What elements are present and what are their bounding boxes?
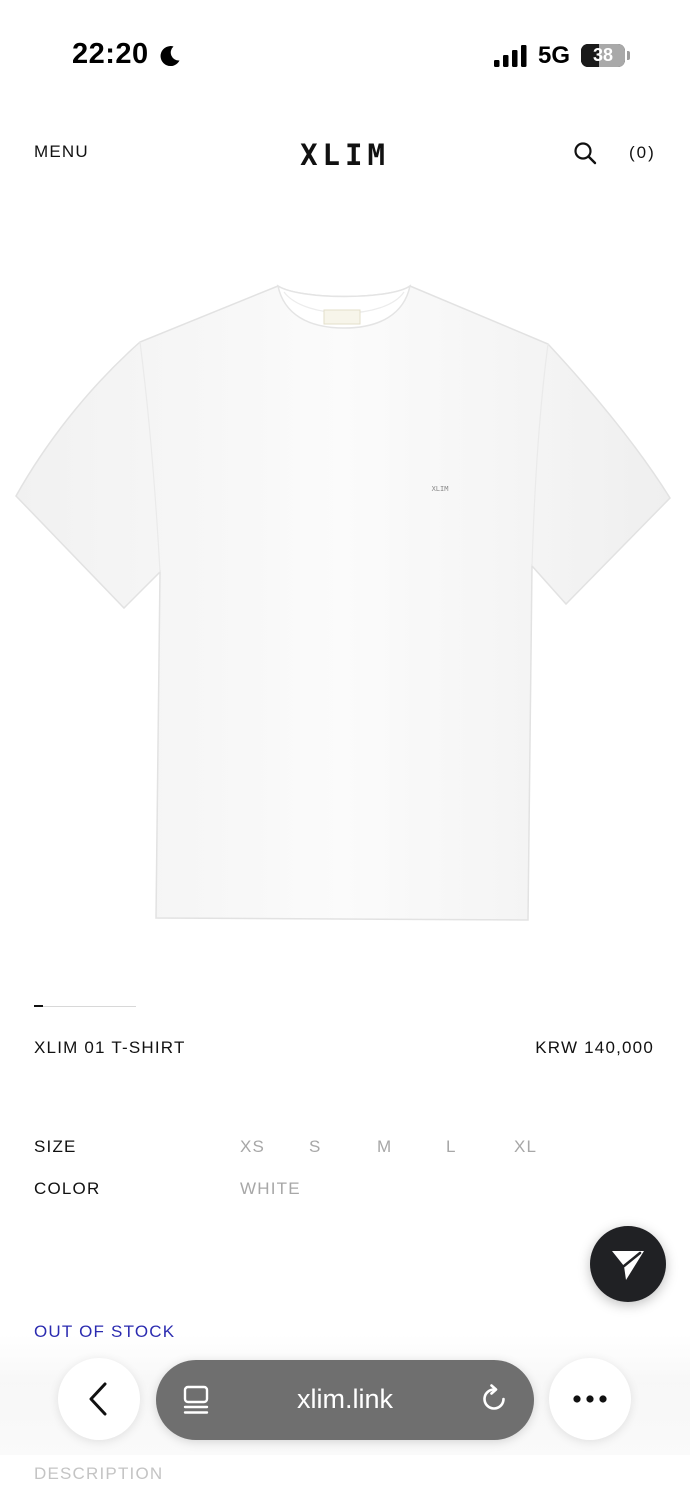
cart-button[interactable]: (0) — [629, 143, 656, 163]
product-price: KRW 140,000 — [535, 1038, 654, 1057]
carousel-track — [34, 1006, 136, 1007]
size-option-s[interactable]: S — [309, 1137, 322, 1157]
size-label: SIZE — [34, 1137, 77, 1156]
send-button[interactable] — [590, 1226, 666, 1302]
send-icon — [612, 1251, 644, 1280]
size-option-m[interactable]: M — [377, 1137, 392, 1157]
url-text[interactable]: xlim.link — [156, 1384, 534, 1415]
size-option-l[interactable]: L — [446, 1137, 457, 1157]
more-icon — [573, 1395, 607, 1403]
carousel-indicator — [34, 1005, 43, 1007]
description-tab[interactable]: DESCRIPTION — [34, 1464, 163, 1484]
size-option-xl[interactable]: XL — [514, 1137, 537, 1157]
battery-cap — [627, 51, 630, 60]
moon-icon — [160, 46, 180, 67]
reload-icon[interactable] — [479, 1384, 509, 1414]
product-image[interactable]: XLIM — [0, 220, 690, 980]
battery-percent: 38 — [592, 45, 614, 65]
address-bar[interactable]: xlim.link — [156, 1360, 534, 1440]
shirt-chest-logo: XLIM — [432, 485, 449, 493]
color-option-white[interactable]: WHITE — [240, 1179, 301, 1199]
product-name: XLIM 01 T-SHIRT — [34, 1038, 186, 1057]
network-label: 5G — [538, 42, 571, 69]
color-label: COLOR — [34, 1179, 101, 1198]
more-button[interactable] — [549, 1358, 631, 1440]
size-option-xs[interactable]: XS — [240, 1137, 265, 1157]
status-bar: 22:20 5G 38 — [0, 0, 690, 110]
battery-icon: 38 — [581, 44, 625, 67]
status-time: 22:20 — [72, 38, 149, 70]
signal-icon — [494, 45, 527, 67]
back-button[interactable] — [58, 1358, 140, 1440]
search-icon[interactable] — [573, 141, 597, 165]
chevron-left-icon — [89, 1382, 107, 1416]
